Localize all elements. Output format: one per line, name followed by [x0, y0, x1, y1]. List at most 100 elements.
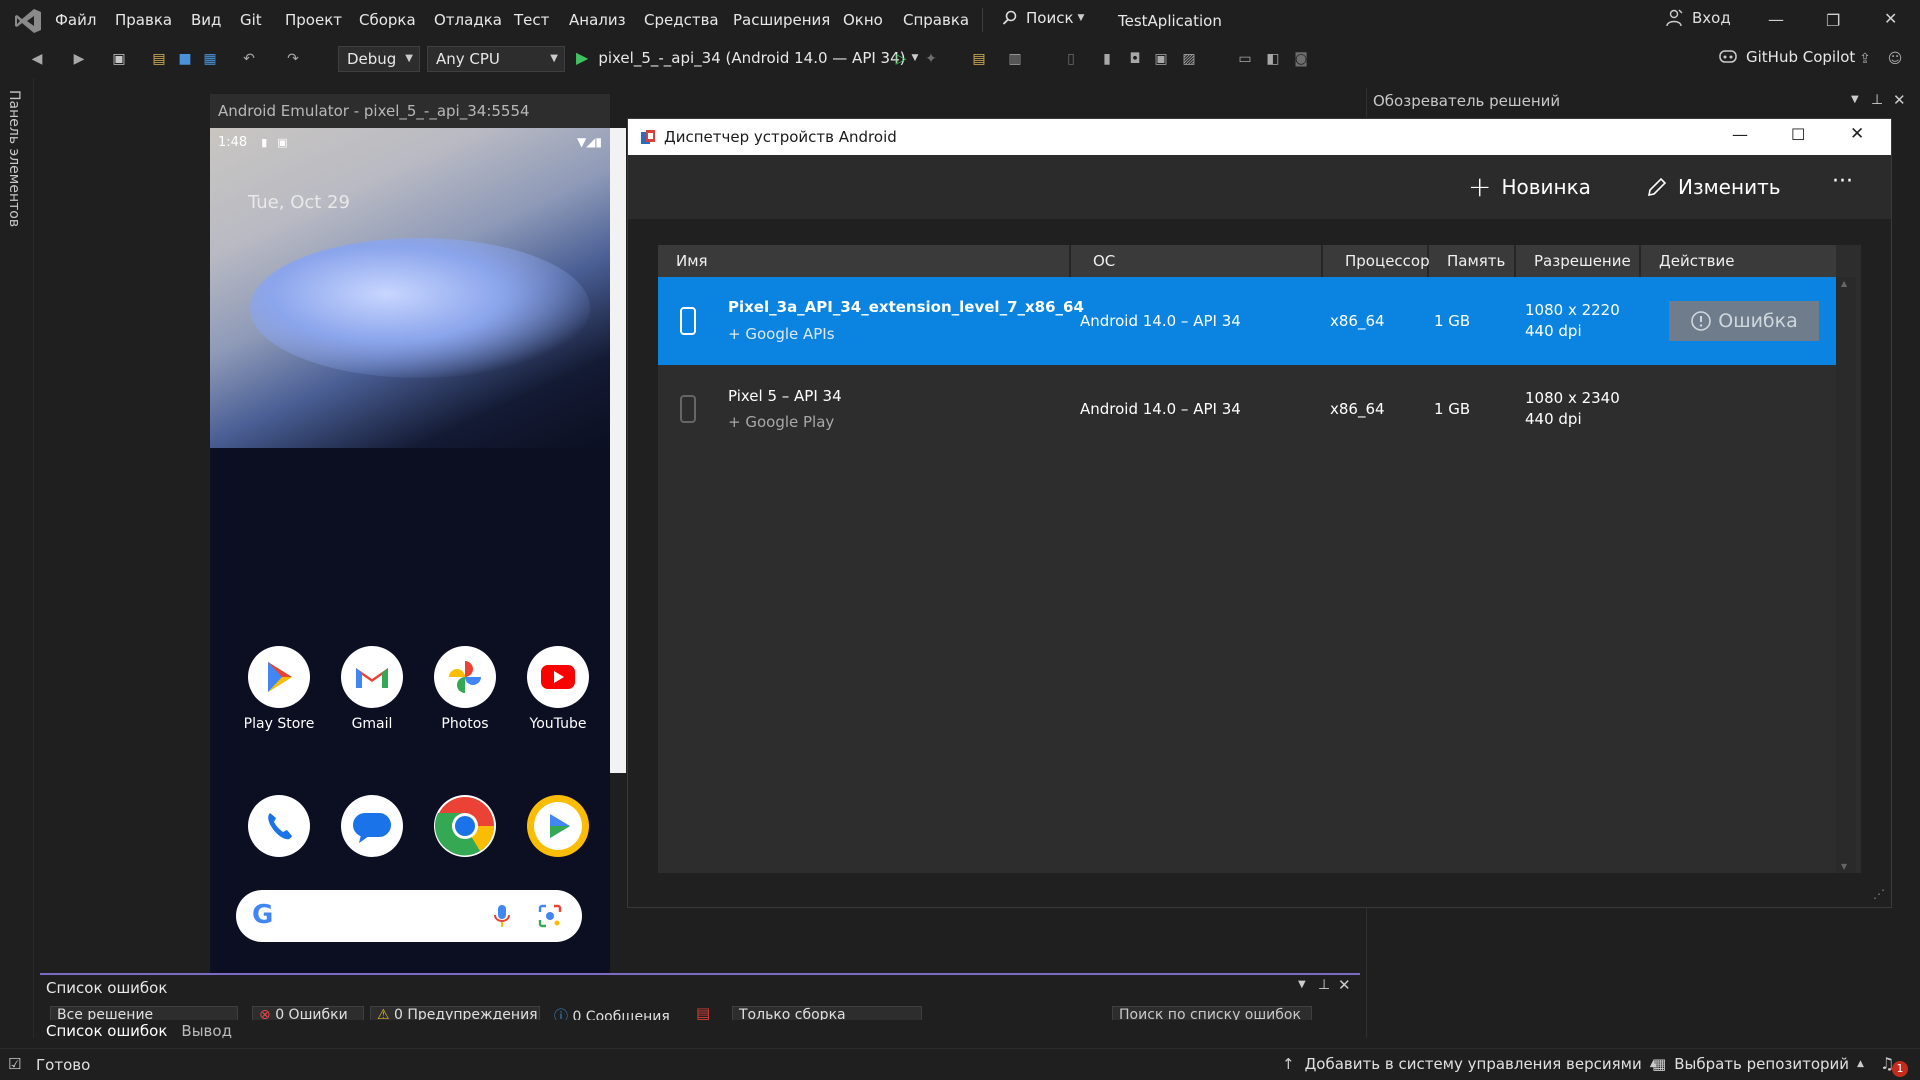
- config-dropdown[interactable]: Debug ▼: [338, 46, 420, 72]
- share-icon[interactable]: ⇪: [1856, 50, 1874, 68]
- nav-forward-icon[interactable]: ▶: [70, 50, 88, 68]
- android-device-manager-window: Диспетчер устройств Android — ☐ ✕ + Нови…: [627, 118, 1892, 908]
- chevron-down-icon[interactable]: ▼: [1298, 979, 1306, 990]
- minimize-icon[interactable]: —: [1768, 10, 1784, 29]
- menu-build[interactable]: Сборка: [359, 11, 416, 29]
- pin-icon[interactable]: ⊥: [1871, 92, 1883, 108]
- status-ready: Готово: [36, 1056, 91, 1074]
- resize-grip-icon[interactable]: ⋰: [1873, 887, 1885, 901]
- save-icon[interactable]: ■: [176, 50, 194, 68]
- lens-icon[interactable]: [538, 904, 562, 928]
- mic-icon[interactable]: [494, 904, 510, 928]
- android-sdk-icon[interactable]: ◘: [1126, 50, 1144, 68]
- app-play-store[interactable]: Play Store: [233, 646, 325, 732]
- google-search-bar[interactable]: G: [236, 890, 582, 942]
- menu-bar: Файл Правка Вид Git Проект Сборка Отладк…: [0, 0, 1920, 42]
- menu-debug[interactable]: Отладка: [434, 11, 502, 29]
- bookmark-icon[interactable]: ▯: [1062, 50, 1080, 68]
- hot-reload-icon[interactable]: ✦: [922, 50, 940, 68]
- scroll-down-icon[interactable]: ▼: [1841, 862, 1847, 871]
- new-project-icon[interactable]: ▣: [110, 50, 128, 68]
- monitor-icon[interactable]: ▭: [1236, 50, 1254, 68]
- run-without-debug-icon[interactable]: ▷: [892, 50, 910, 68]
- error-list-title: Список ошибок: [46, 979, 168, 997]
- dock-chrome[interactable]: [419, 795, 511, 857]
- toolbox-tab[interactable]: Панель элементов: [6, 90, 22, 227]
- notifications-button[interactable]: ♫ 1: [1880, 1054, 1910, 1077]
- scroll-up-icon[interactable]: ▲: [1841, 279, 1847, 288]
- open-folder-icon[interactable]: ▤: [150, 50, 168, 68]
- github-copilot-button[interactable]: GitHub Copilot: [1718, 48, 1855, 66]
- close-icon[interactable]: ✕: [1338, 976, 1351, 994]
- pin-icon[interactable]: ⊥: [1318, 977, 1330, 993]
- menu-window[interactable]: Окно: [843, 11, 883, 29]
- menu-view[interactable]: Вид: [191, 11, 221, 29]
- app-youtube[interactable]: YouTube: [512, 646, 604, 732]
- chevron-down-icon[interactable]: ▼: [1851, 94, 1859, 105]
- restore-icon[interactable]: ❐: [1826, 11, 1840, 30]
- menu-analyze[interactable]: Анализ: [569, 11, 626, 29]
- chrome-icon: [434, 795, 496, 857]
- close-icon[interactable]: ✕: [1850, 124, 1864, 144]
- dock-messages[interactable]: [326, 795, 418, 857]
- device-manager-title-bar[interactable]: Диспетчер устройств Android — ☐ ✕: [628, 119, 1891, 155]
- menu-edit[interactable]: Правка: [115, 11, 172, 29]
- undo-icon[interactable]: ↶: [240, 50, 258, 68]
- dock-phone[interactable]: [233, 795, 325, 857]
- menu-extensions[interactable]: Расширения: [733, 11, 830, 29]
- device-row[interactable]: Pixel 5 – API 34 + Google Play Android 1…: [658, 365, 1836, 453]
- close-icon[interactable]: ✕: [1893, 91, 1906, 109]
- column-cpu[interactable]: Процессор: [1323, 245, 1430, 277]
- close-icon[interactable]: ✕: [1884, 9, 1897, 28]
- menu-test[interactable]: Тест: [514, 11, 549, 29]
- column-os[interactable]: ОС: [1071, 245, 1323, 277]
- save-all-icon[interactable]: ▦: [201, 50, 219, 68]
- menu-file[interactable]: Файл: [55, 11, 96, 29]
- device-log-icon[interactable]: ◙: [1292, 50, 1310, 68]
- add-to-vcs-button[interactable]: ↑ Добавить в систему управления версиями…: [1282, 1055, 1657, 1073]
- emulator-screen[interactable]: 1:48 ▮ ▣ ▼◢▮ Tue, Oct 29 Play Store Gmai…: [210, 128, 610, 998]
- more-options-icon[interactable]: ···: [1832, 169, 1853, 194]
- run-target-button[interactable]: ▶ pixel_5_-_api_34 (Android 14.0 — API 3…: [576, 48, 918, 67]
- device-error-button[interactable]: Ошибка: [1669, 301, 1819, 341]
- menu-project[interactable]: Проект: [285, 11, 342, 29]
- visual-studio-logo-icon[interactable]: [14, 8, 42, 34]
- app-photos[interactable]: Photos: [419, 646, 511, 732]
- menu-help[interactable]: Справка: [903, 11, 969, 29]
- platform-dropdown[interactable]: Any CPU ▼: [427, 46, 565, 72]
- maximize-icon[interactable]: ☐: [1791, 125, 1805, 144]
- app-gmail[interactable]: Gmail: [326, 646, 418, 732]
- feedback-icon[interactable]: ☺: [1886, 50, 1904, 68]
- column-resolution[interactable]: Разрешение: [1516, 245, 1641, 277]
- device-table-scrollbar[interactable]: ▲ ▼: [1836, 277, 1856, 873]
- tab-error-list[interactable]: Список ошибок: [46, 1022, 167, 1040]
- emulator-title: Android Emulator - pixel_5_-_api_34:5554: [218, 102, 530, 120]
- emulator-icon[interactable]: ▮: [1098, 50, 1116, 68]
- column-memory[interactable]: Память: [1429, 245, 1516, 277]
- solution-explorer-title: Обозреватель решений: [1373, 92, 1561, 110]
- signin-button[interactable]: Вход: [1666, 9, 1731, 27]
- dock-play-games[interactable]: [512, 795, 604, 857]
- search-button[interactable]: Поиск ▼: [1002, 9, 1084, 27]
- column-name[interactable]: Имя: [658, 245, 1071, 277]
- device-manager-icon[interactable]: ▥: [1006, 50, 1024, 68]
- terminal-icon[interactable]: ▣: [1152, 50, 1170, 68]
- device-row-selected[interactable]: Pixel_3a_API_34_extension_level_7_x86_64…: [658, 277, 1836, 365]
- menu-tools[interactable]: Средства: [644, 11, 719, 29]
- edit-device-button[interactable]: Изменить: [1646, 175, 1781, 199]
- redo-icon[interactable]: ↷: [284, 50, 302, 68]
- tab-output[interactable]: Вывод: [181, 1022, 232, 1040]
- minimize-icon[interactable]: —: [1732, 125, 1748, 144]
- layout-icon[interactable]: ▨: [1180, 50, 1198, 68]
- folder-view-icon[interactable]: ▤: [970, 50, 988, 68]
- select-repo-button[interactable]: ▦ Выбрать репозиторий ▲: [1652, 1055, 1864, 1073]
- chevron-down-icon: ▼: [550, 53, 558, 64]
- menu-git[interactable]: Git: [240, 11, 262, 29]
- column-action[interactable]: Действие: [1641, 245, 1836, 277]
- device-cpu: x86_64: [1330, 400, 1385, 418]
- device-dpi: 440 dpi: [1525, 410, 1582, 428]
- new-device-button[interactable]: + Новинка: [1468, 173, 1591, 201]
- emulator-title-bar[interactable]: Android Emulator - pixel_5_-_api_34:5554: [210, 94, 610, 128]
- split-view-icon[interactable]: ◧: [1264, 50, 1282, 68]
- nav-back-icon[interactable]: ◀: [28, 50, 46, 68]
